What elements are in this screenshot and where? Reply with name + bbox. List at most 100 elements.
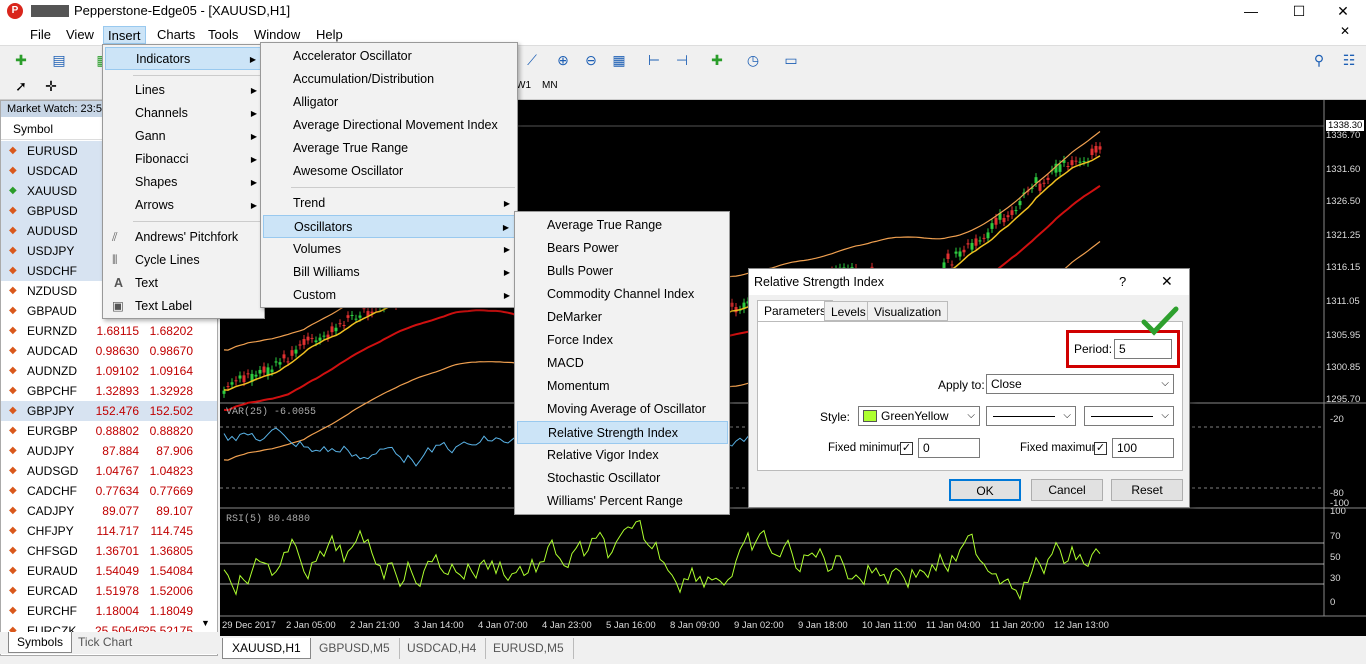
fixed-maximum-checkbox[interactable]: ✓ — [1094, 442, 1107, 455]
menu-item-bears-power[interactable]: Bears Power — [517, 237, 728, 260]
zoom-in-icon[interactable]: ⊕ — [552, 50, 574, 70]
menu-view[interactable]: View — [62, 26, 98, 44]
menu-item-custom[interactable]: Custom ▶ — [263, 284, 516, 307]
menu-item-fibonacci[interactable]: Fibonacci ▶ — [105, 148, 263, 171]
line-width-select[interactable]: ⌵ — [1084, 406, 1174, 426]
menu-item-demarker[interactable]: DeMarker — [517, 306, 728, 329]
menu-item-accumulation-distribution[interactable]: Accumulation/Distribution — [263, 68, 516, 91]
market-watch-row[interactable]: ◆ CHFSGD 1.36701 1.36805 — [1, 541, 217, 561]
chart-tab-usdcad[interactable]: USDCAD,H4 — [398, 638, 487, 659]
market-watch-row[interactable]: ◆ AUDCAD 0.98630 0.98670 — [1, 341, 217, 361]
market-watch-row[interactable]: ◆ EURNZD 1.68115 1.68202 — [1, 321, 217, 341]
menu-item-cci[interactable]: Commodity Channel Index — [517, 283, 728, 306]
indicators-icon[interactable]: ✚ — [706, 50, 728, 70]
cancel-button[interactable]: Cancel — [1031, 479, 1103, 501]
line-style-select[interactable]: ⌵ — [986, 406, 1076, 426]
profiles-icon[interactable]: ▤ — [48, 50, 70, 70]
cursor-icon[interactable]: ➚ — [10, 76, 32, 96]
menu-item-trend[interactable]: Trend ▶ — [263, 192, 516, 215]
menu-item-andrews-pitchfork[interactable]: ⫽ Andrews' Pitchfork — [105, 226, 263, 249]
market-watch-row[interactable]: ◆ CHFJPY 114.717 114.745 — [1, 521, 217, 541]
menu-item-osma[interactable]: Moving Average of Oscillator — [517, 398, 728, 421]
menu-item-volumes[interactable]: Volumes ▶ — [263, 238, 516, 261]
menu-item-osc-average-true-range[interactable]: Average True Range — [517, 214, 728, 237]
menu-item-average-true-range[interactable]: Average True Range — [263, 137, 516, 160]
reset-button[interactable]: Reset — [1111, 479, 1183, 501]
menu-item-lines[interactable]: Lines ▶ — [105, 79, 263, 102]
scroll-down-icon[interactable]: ▼ — [201, 618, 210, 628]
menu-item-bill-williams[interactable]: Bill Williams ▶ — [263, 261, 516, 284]
menu-item-rsi[interactable]: Relative Strength Index — [517, 421, 728, 444]
menu-item-alligator[interactable]: Alligator — [263, 91, 516, 114]
fixed-minimum-input[interactable]: 0 — [918, 438, 980, 458]
market-watch-row[interactable]: ◆ EURAUD 1.54049 1.54084 — [1, 561, 217, 581]
market-watch-row[interactable]: ◆ AUDSGD 1.04767 1.04823 — [1, 461, 217, 481]
market-watch-row[interactable]: ◆ EURGBP 0.88802 0.88820 — [1, 421, 217, 441]
fixed-maximum-input[interactable]: 100 — [1112, 438, 1174, 458]
market-watch-row[interactable]: ◆ CADCHF 0.77634 0.77669 — [1, 481, 217, 501]
mdi-close-icon[interactable]: ✕ — [1340, 24, 1350, 38]
fixed-minimum-checkbox[interactable]: ✓ — [900, 442, 913, 455]
tab-parameters[interactable]: Parameters — [757, 300, 834, 322]
menu-item-momentum[interactable]: Momentum — [517, 375, 728, 398]
chart-shift-icon[interactable]: ⊢ — [643, 50, 665, 70]
tab-symbols[interactable]: Symbols — [8, 632, 72, 653]
menu-item-text[interactable]: A Text — [105, 272, 263, 295]
menu-charts[interactable]: Charts — [153, 26, 199, 44]
menu-item-oscillators[interactable]: Oscillators ▶ — [263, 215, 516, 238]
market-watch-row[interactable]: ◆ AUDNZD 1.09102 1.09164 — [1, 361, 217, 381]
tab-levels[interactable]: Levels — [824, 301, 873, 321]
menu-item-force-index[interactable]: Force Index — [517, 329, 728, 352]
community-icon[interactable]: ☷ — [1338, 50, 1360, 70]
maximize-button[interactable]: ☐ — [1276, 0, 1322, 22]
menu-tools[interactable]: Tools — [204, 26, 242, 44]
timeframe-w1[interactable]: W1 — [516, 80, 531, 91]
apply-to-select[interactable]: Close ⌵ — [986, 374, 1174, 394]
timeframe-mn[interactable]: MN — [542, 80, 558, 91]
menu-file[interactable]: File — [26, 26, 55, 44]
minimize-button[interactable]: — — [1228, 0, 1274, 22]
close-window-button[interactable]: ✕ — [1320, 0, 1366, 22]
ok-button[interactable]: OK — [949, 479, 1021, 501]
chart-tab-eurusd[interactable]: EURUSD,M5 — [484, 638, 574, 659]
market-watch-row[interactable]: ◆ AUDJPY 87.884 87.906 — [1, 441, 217, 461]
crosshair-icon[interactable]: ✛ — [40, 76, 62, 96]
autoscroll-icon[interactable]: ⊣ — [671, 50, 693, 70]
style-color-select[interactable]: GreenYellow ⌵ — [858, 406, 980, 426]
line-chart-icon[interactable]: ⟋ — [521, 50, 543, 70]
menu-item-shapes[interactable]: Shapes ▶ — [105, 171, 263, 194]
market-watch-row[interactable]: ◆ GBPJPY 152.476 152.502 — [1, 401, 217, 421]
market-watch-row[interactable]: ◆ EURCHF 1.18004 1.18049 — [1, 601, 217, 621]
tab-tick-chart[interactable]: Tick Chart — [78, 632, 132, 653]
menu-item-macd[interactable]: MACD — [517, 352, 728, 375]
menu-item-awesome-oscillator[interactable]: Awesome Oscillator — [263, 160, 516, 183]
help-button[interactable]: ? — [1119, 274, 1126, 289]
tab-visualization[interactable]: Visualization — [867, 301, 949, 321]
market-watch-row[interactable]: ◆ EURCAD 1.51978 1.52006 — [1, 581, 217, 601]
market-watch-row[interactable]: ◆ GBPCHF 1.32893 1.32928 — [1, 381, 217, 401]
menu-item-text-label[interactable]: ▣ Text Label — [105, 295, 263, 318]
menu-item-adx[interactable]: Average Directional Movement Index — [263, 114, 516, 137]
chart-tab-xauusd[interactable]: XAUUSD,H1 — [222, 638, 311, 659]
menu-item-gann[interactable]: Gann ▶ — [105, 125, 263, 148]
tile-windows-icon[interactable]: ▦ — [608, 50, 630, 70]
dialog-close-button[interactable]: ✕ — [1161, 273, 1173, 290]
period-input[interactable]: 5 — [1114, 339, 1172, 359]
menu-item-channels[interactable]: Channels ▶ — [105, 102, 263, 125]
menu-item-stochastic[interactable]: Stochastic Oscillator — [517, 467, 728, 490]
menu-item-rvi[interactable]: Relative Vigor Index — [517, 444, 728, 467]
chart-tab-gbpusd[interactable]: GBPUSD,M5 — [310, 638, 400, 659]
zoom-out-icon[interactable]: ⊖ — [580, 50, 602, 70]
menu-item-cycle-lines[interactable]: ⦀ Cycle Lines — [105, 249, 263, 272]
menu-item-arrows[interactable]: Arrows ▶ — [105, 194, 263, 217]
search-icon[interactable]: ⚲ — [1308, 50, 1330, 70]
menu-item-indicators[interactable]: Indicators ▶ — [105, 47, 263, 70]
templates-icon[interactable]: ▭ — [780, 50, 802, 70]
new-chart-icon[interactable]: ✚ — [10, 50, 32, 70]
menu-item-accelerator-oscillator[interactable]: Accelerator Oscillator — [263, 45, 516, 68]
periods-icon[interactable]: ◷ — [742, 50, 764, 70]
menu-item-williams-percent-range[interactable]: Williams' Percent Range — [517, 490, 728, 513]
column-symbol[interactable]: Symbol — [13, 122, 53, 136]
menu-item-bulls-power[interactable]: Bulls Power — [517, 260, 728, 283]
menu-insert[interactable]: Insert — [103, 26, 146, 44]
